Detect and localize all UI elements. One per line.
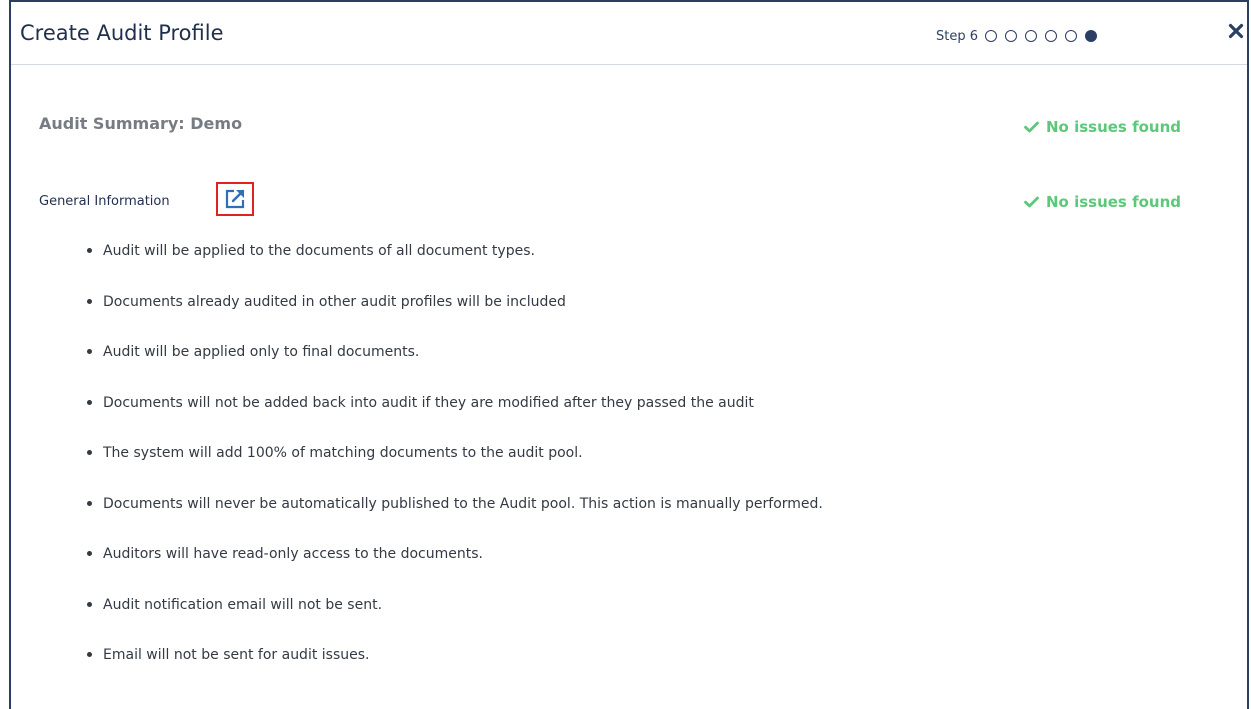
general-information-status-text: No issues found	[1046, 193, 1182, 211]
list-item: The system will add 100% of matching doc…	[87, 434, 823, 485]
external-link-icon	[225, 189, 245, 209]
summary-status-text: No issues found	[1046, 118, 1182, 136]
list-item: Audit notification email will not be sen…	[87, 586, 823, 637]
step-dot-5[interactable]	[1065, 30, 1078, 42]
general-information-heading: General Information	[39, 194, 170, 209]
summary-status: No issues found	[1024, 118, 1181, 136]
step-dot-3[interactable]	[1025, 30, 1038, 42]
check-icon	[1024, 196, 1039, 208]
list-item: Auditors will have read-only access to t…	[87, 535, 823, 586]
step-dot-1[interactable]	[985, 30, 998, 42]
create-audit-profile-dialog: Create Audit Profile Step 6 Audit Summar…	[9, 0, 1249, 709]
list-item: Audit will be applied to the documents o…	[87, 232, 823, 283]
edit-general-information-button[interactable]	[216, 182, 254, 216]
close-icon	[1228, 23, 1244, 39]
step-indicator: Step 6	[936, 28, 1105, 44]
list-item: Documents already audited in other audit…	[87, 283, 823, 334]
list-item: Email will not be sent for audit issues.	[87, 636, 823, 687]
check-icon	[1024, 121, 1039, 133]
step-dot-4[interactable]	[1045, 30, 1058, 42]
step-dot-6-current[interactable]	[1085, 30, 1098, 42]
step-label: Step 6	[936, 28, 979, 44]
general-information-status: No issues found	[1024, 193, 1181, 211]
list-item: Audit will be applied only to final docu…	[87, 333, 823, 384]
general-information-list: Audit will be applied to the documents o…	[87, 232, 823, 687]
audit-summary-title: Audit Summary: Demo	[39, 114, 243, 133]
step-dot-2[interactable]	[1005, 30, 1018, 42]
close-button[interactable]	[1227, 22, 1245, 40]
dialog-title: Create Audit Profile	[20, 21, 224, 45]
list-item: Documents will never be automatically pu…	[87, 485, 823, 536]
dialog-header: Create Audit Profile Step 6	[11, 2, 1247, 65]
list-item: Documents will not be added back into au…	[87, 384, 823, 435]
